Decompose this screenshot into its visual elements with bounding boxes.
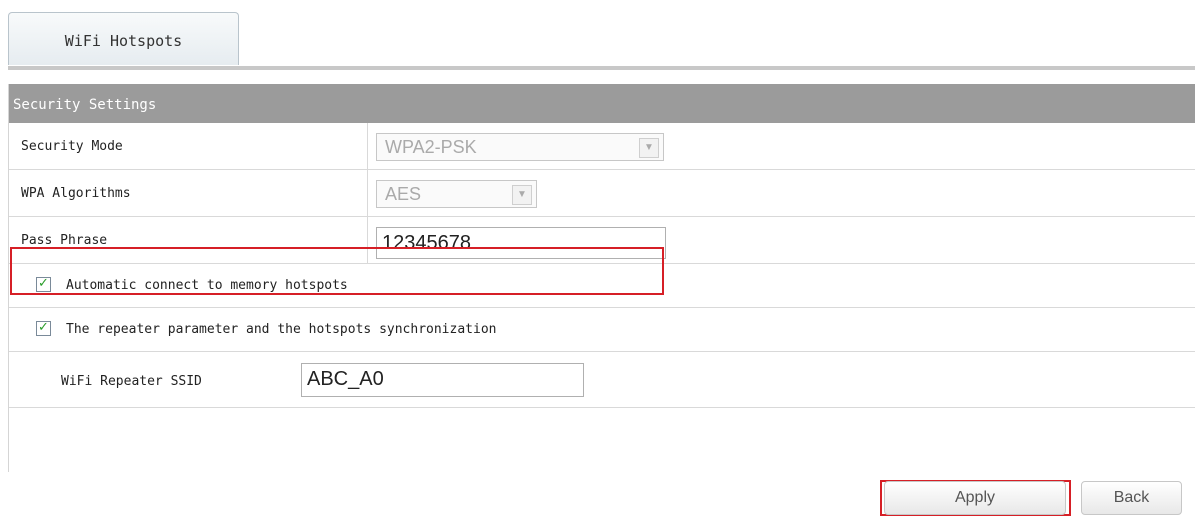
- pass-phrase-highlight: [10, 247, 664, 295]
- wpa-algorithms-value: AES: [385, 184, 422, 204]
- apply-button[interactable]: Apply: [884, 481, 1066, 515]
- back-button[interactable]: Back: [1081, 481, 1182, 515]
- repeater-sync-checkbox[interactable]: ✓: [36, 321, 51, 336]
- section-header: Security Settings: [9, 84, 1195, 123]
- tab-strip: WiFi Hotspots: [8, 10, 1195, 70]
- security-mode-select[interactable]: WPA2-PSK ▼: [376, 133, 664, 161]
- wpa-algorithms-select[interactable]: AES ▼: [376, 180, 537, 208]
- security-mode-row: Security Mode WPA2-PSK ▼: [9, 123, 1195, 170]
- chevron-down-icon[interactable]: ▼: [639, 138, 659, 158]
- column-divider: [367, 123, 368, 169]
- tab-wifi-hotspots[interactable]: WiFi Hotspots: [8, 12, 239, 65]
- repeater-sync-row: ✓ The repeater parameter and the hotspot…: [9, 308, 1195, 352]
- wpa-algorithms-row: WPA Algorithms AES ▼: [9, 170, 1195, 217]
- repeater-sync-label: The repeater parameter and the hotspots …: [66, 322, 497, 337]
- repeater-ssid-label: WiFi Repeater SSID: [61, 374, 202, 389]
- chevron-down-icon[interactable]: ▼: [512, 185, 532, 205]
- security-mode-label: Security Mode: [21, 139, 123, 154]
- checkmark-icon: ✓: [38, 320, 49, 335]
- column-divider: [367, 170, 368, 216]
- repeater-ssid-row: WiFi Repeater SSID ABC_A0: [9, 352, 1195, 408]
- wpa-algorithms-label: WPA Algorithms: [21, 186, 131, 201]
- repeater-ssid-input[interactable]: ABC_A0: [301, 363, 584, 397]
- security-mode-value: WPA2-PSK: [385, 137, 477, 157]
